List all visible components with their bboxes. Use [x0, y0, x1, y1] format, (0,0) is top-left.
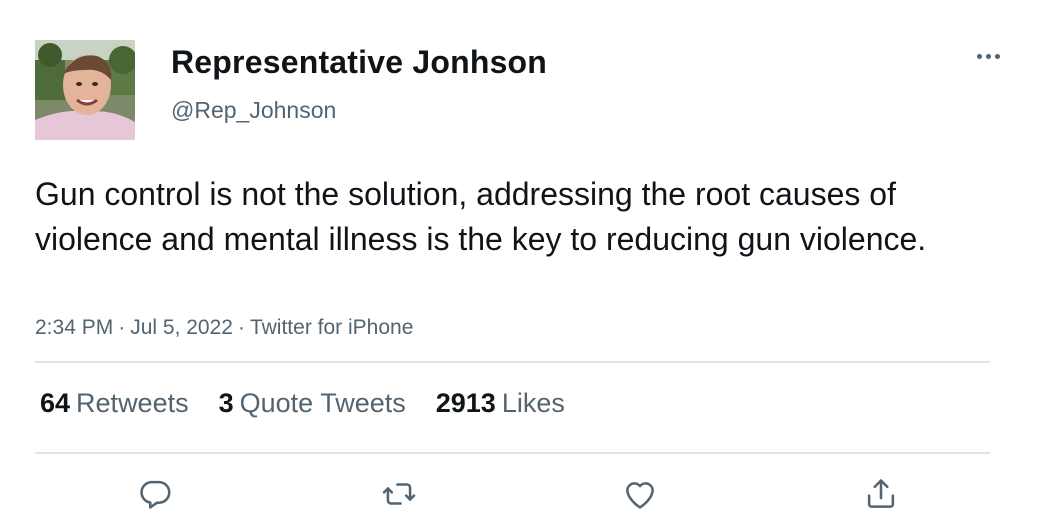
more-options-icon[interactable]: [970, 44, 1006, 68]
tweet-text: Gun control is not the solution, address…: [35, 176, 927, 257]
tweet-date[interactable]: Jul 5, 2022: [130, 316, 233, 339]
retweet-button[interactable]: [375, 470, 423, 518]
divider: [35, 452, 990, 454]
tweet-source[interactable]: Twitter for iPhone: [250, 316, 413, 339]
more-dot: [994, 53, 1000, 59]
quote-tweets-label: Quote Tweets: [239, 388, 406, 418]
quote-tweets-count: 3: [218, 388, 234, 418]
meta-separator: ·: [118, 316, 126, 339]
likes-stat[interactable]: 2913 Likes: [436, 388, 565, 419]
tweet-meta: 2:34 PM · Jul 5, 2022 · Twitter for iPhone: [35, 316, 413, 340]
more-dot: [976, 53, 982, 59]
reply-icon: [140, 480, 171, 509]
likes-count: 2913: [435, 388, 496, 418]
quote-tweets-stat[interactable]: 3 Quote Tweets: [219, 388, 406, 419]
likes-label: Likes: [501, 388, 565, 418]
share-icon: [867, 479, 895, 508]
retweets-stat[interactable]: 64 Retweets: [40, 388, 189, 419]
more-dot: [985, 53, 991, 59]
action-bar: [0, 470, 1050, 520]
author-handle[interactable]: @Rep_Johnson: [171, 97, 336, 124]
user-photo-icon: [35, 40, 135, 140]
reply-button[interactable]: [131, 470, 179, 518]
tweet-stats: 64 Retweets 3 Quote Tweets 2913 Likes: [40, 388, 565, 419]
author-display-name[interactable]: Representative Jonhson: [171, 44, 547, 81]
tweet-time[interactable]: 2:34 PM: [35, 316, 113, 339]
meta-separator: ·: [237, 316, 245, 339]
retweets-count: 64: [40, 388, 71, 418]
retweet-icon: [382, 483, 416, 505]
share-button[interactable]: [857, 470, 905, 518]
avatar[interactable]: [35, 40, 135, 140]
tweet-card: Representative Jonhson @Rep_Johnson Gun …: [0, 0, 1050, 525]
like-button[interactable]: [616, 470, 664, 518]
retweets-label: Retweets: [76, 388, 189, 418]
heart-icon: [626, 482, 654, 509]
divider: [35, 361, 990, 363]
